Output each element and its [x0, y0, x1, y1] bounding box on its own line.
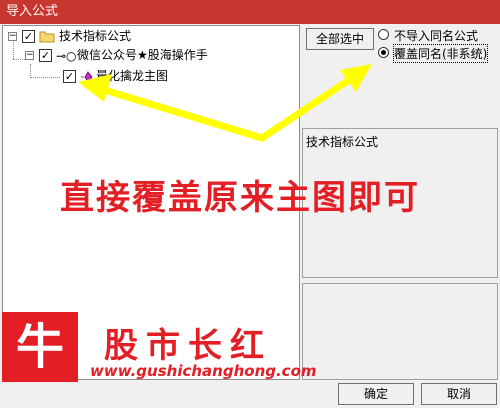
arrow-to-tree-item-icon [78, 74, 266, 142]
brand-logo: 牛 [2, 312, 78, 382]
brand-url: www.gushichanghong.com [90, 362, 317, 380]
brand-name: 股市长红 [104, 326, 272, 366]
arrow-to-overwrite-radio-icon [258, 64, 372, 142]
annotation-text: 直接覆盖原来主图即可 [60, 178, 420, 218]
